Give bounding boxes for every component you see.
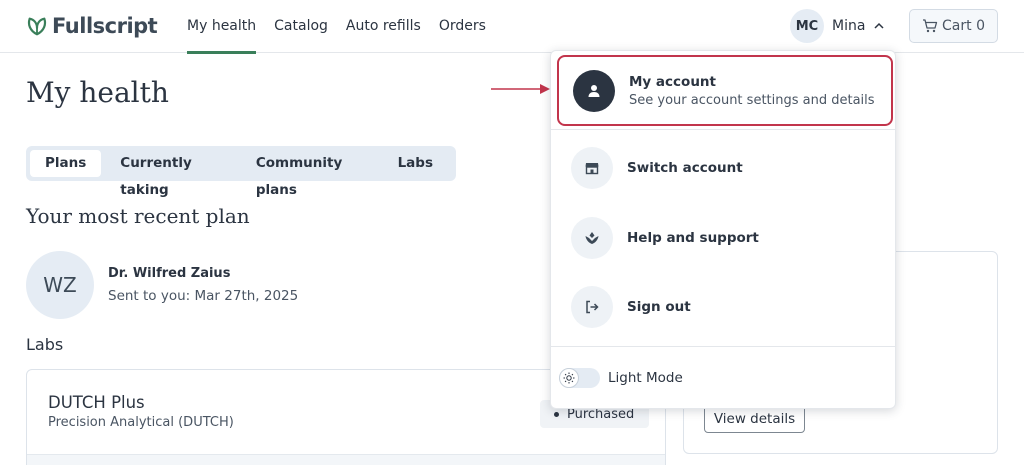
user-menu-toggle[interactable]: MC Mina [790, 9, 885, 43]
cart-icon [923, 19, 938, 33]
logo-text: Fullscript [52, 14, 158, 38]
switch-account-item[interactable]: Switch account [571, 146, 881, 190]
help-support-item[interactable]: Help and support [571, 216, 881, 260]
lab-name: DUTCH Plus [48, 393, 145, 412]
lab-provider: Precision Analytical (DUTCH) [48, 415, 234, 430]
help-support-label: Help and support [627, 230, 759, 246]
recent-plan-heading: Your most recent plan [26, 204, 250, 228]
practitioner-name: Dr. Wilfred Zaius [108, 266, 231, 281]
store-icon [571, 147, 613, 189]
my-account-title: My account [629, 74, 716, 90]
page-title: My health [26, 76, 169, 109]
main-nav: My health Catalog Auto refills Orders [187, 0, 504, 54]
user-icon [573, 70, 615, 112]
my-account-highlight: My account See your account settings and… [557, 55, 893, 126]
nav-my-health[interactable]: My health [187, 0, 257, 54]
fullscript-logo[interactable]: Fullscript [26, 12, 158, 40]
my-account-item[interactable]: My account See your account settings and… [573, 70, 875, 112]
annotation-arrow-icon [491, 84, 550, 94]
cart-label: Cart 0 [942, 18, 985, 34]
plan-sent-date: Sent to you: Mar 27th, 2025 [108, 288, 299, 304]
sign-out-item[interactable]: Sign out [571, 285, 881, 329]
account-dropdown-menu: My account See your account settings and… [550, 50, 896, 409]
nav-orders[interactable]: Orders [439, 0, 486, 53]
status-dot-icon [554, 411, 559, 417]
cart-button[interactable]: Cart 0 [909, 9, 998, 43]
lab-card-footer [27, 454, 665, 465]
top-navigation-bar: Fullscript My health Catalog Auto refill… [0, 0, 1024, 54]
switch-account-label: Switch account [627, 160, 743, 176]
tab-currently-taking[interactable]: Currently taking [105, 150, 237, 198]
tab-community-plans[interactable]: Community plans [241, 150, 379, 198]
light-mode-toggle[interactable] [559, 368, 600, 388]
nav-catalog[interactable]: Catalog [274, 0, 328, 53]
labs-heading: Labs [26, 335, 64, 354]
chevron-up-icon [874, 22, 884, 29]
light-mode-label: Light Mode [608, 370, 683, 386]
leaf-logo-icon [27, 17, 47, 36]
menu-divider [551, 129, 895, 130]
sign-out-label: Sign out [627, 299, 691, 315]
user-name: Mina [832, 18, 866, 34]
sun-icon [559, 368, 579, 388]
health-tabs: Plans Currently taking Community plans L… [26, 146, 456, 198]
menu-divider [551, 346, 895, 347]
nav-auto-refills[interactable]: Auto refills [346, 0, 421, 53]
tab-plans[interactable]: Plans [30, 150, 102, 177]
help-hands-icon [571, 217, 613, 259]
practitioner-avatar: WZ [26, 251, 94, 319]
my-account-subtitle: See your account settings and details [629, 93, 875, 108]
light-mode-toggle-row[interactable]: Light Mode [559, 367, 683, 389]
tab-labs[interactable]: Labs [383, 150, 448, 177]
user-avatar: MC [790, 9, 824, 43]
sign-out-icon [571, 286, 613, 328]
